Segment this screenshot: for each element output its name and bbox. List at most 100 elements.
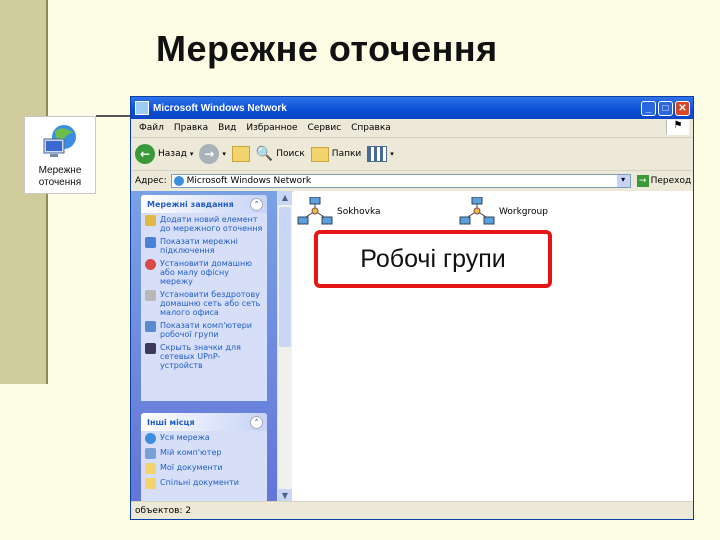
sidebar-scrollbar[interactable]: ▲ ▼ (277, 191, 292, 503)
address-value: Microsoft Windows Network (186, 176, 312, 186)
menu-help[interactable]: Справка (351, 123, 391, 133)
home-network-icon (145, 259, 156, 270)
menu-file[interactable]: Файл (139, 123, 164, 133)
task-label: Показати комп'ютери робочої групи (160, 321, 252, 339)
upnp-icon (145, 343, 156, 354)
task-setup-home-network[interactable]: Установити домашню або малу офісну мереж… (141, 257, 267, 288)
folders-button[interactable]: Папки (310, 146, 362, 162)
collapse-chevron-icon[interactable]: ⌃ (250, 416, 263, 429)
views-icon (367, 146, 388, 162)
connections-icon (145, 237, 156, 248)
search-icon: 🔍 (255, 146, 274, 162)
forward-button[interactable]: → ▾ (199, 144, 226, 164)
place-entire-network[interactable]: Уся мережа (141, 431, 267, 446)
place-label: Мої документи (160, 463, 223, 472)
menu-view[interactable]: Вид (218, 123, 236, 133)
folder-icon (145, 463, 156, 474)
task-show-connections[interactable]: Показати мережні підключення (141, 235, 267, 257)
status-bar: объектов: 2 (131, 501, 693, 519)
menu-favorites[interactable]: Избранное (246, 123, 297, 133)
other-places-panel: Інші місця ⌃ Уся мережа Мій комп'ютер Мо… (141, 413, 267, 503)
go-label: Переход (650, 176, 692, 186)
windows-logo-icon: ⚑ (666, 120, 689, 135)
task-add-network-place[interactable]: Додати новий елемент до мережного оточен… (141, 213, 267, 235)
address-bar: Адрес: Microsoft Windows Network ▾ → Пер… (131, 171, 693, 192)
menu-bar: Файл Правка Вид Избранное Сервис Справка… (131, 119, 693, 138)
task-sidebar: Мережні завдання ⌃ Додати новий елемент … (131, 191, 277, 503)
window-title: Microsoft Windows Network (153, 102, 287, 114)
add-place-icon (145, 215, 156, 226)
place-my-documents[interactable]: Мої документи (141, 461, 267, 476)
explorer-window: Microsoft Windows Network _ □ ✕ Файл Пра… (130, 96, 694, 520)
network-tasks-header[interactable]: Мережні завдання ⌃ (141, 195, 267, 213)
desktop-icon-label-1: Мережне (38, 165, 82, 176)
callout-box: Робочі групи (314, 230, 552, 288)
back-arrow-icon: ← (135, 144, 155, 164)
workgroup-icon (145, 321, 156, 332)
window-icon (135, 101, 149, 115)
back-dropdown-icon: ▾ (189, 150, 194, 158)
task-hide-upnp[interactable]: Скрыть значки для сетевых UPnP-устройств (141, 341, 267, 372)
task-label: Скрыть значки для сетевых UPnP-устройств (160, 343, 241, 370)
address-label: Адрес: (135, 176, 167, 186)
scroll-thumb[interactable] (279, 207, 291, 347)
go-arrow-icon: → (636, 175, 649, 187)
network-item-label: Sokhovka (337, 207, 381, 217)
search-button[interactable]: 🔍 Поиск (256, 146, 305, 162)
place-label: Мій комп'ютер (160, 448, 222, 457)
other-places-title: Інші місця (147, 417, 195, 427)
forward-dropdown-icon: ▾ (222, 150, 226, 158)
go-button[interactable]: → Переход (636, 175, 692, 187)
network-item-sokhovka[interactable]: Sokhovka (297, 197, 381, 227)
forward-arrow-icon: → (199, 144, 220, 164)
network-tasks-panel: Мережні завдання ⌃ Додати новий елемент … (141, 195, 267, 401)
maximize-button[interactable]: □ (658, 100, 673, 116)
scroll-up-icon[interactable]: ▲ (278, 191, 292, 205)
slide-title: Мережне оточення (156, 28, 498, 69)
workgroup-network-icon (297, 197, 333, 225)
place-label: Уся мережа (160, 433, 210, 442)
shared-folder-icon (145, 478, 156, 489)
network-places-icon (43, 125, 76, 157)
folders-icon (310, 146, 329, 162)
views-button[interactable]: ▾ (367, 146, 394, 162)
task-show-workgroup[interactable]: Показати комп'ютери робочої групи (141, 319, 267, 341)
up-folder-icon (231, 146, 250, 162)
network-item-workgroup[interactable]: Workgroup (459, 197, 548, 227)
network-tasks-title: Мережні завдання (147, 199, 234, 209)
minimize-button[interactable]: _ (641, 100, 656, 116)
status-text: объектов: 2 (135, 505, 192, 516)
address-dropdown-icon[interactable]: ▾ (616, 175, 630, 187)
views-dropdown-icon: ▾ (390, 150, 394, 158)
globe-icon (145, 433, 156, 444)
address-input[interactable]: Microsoft Windows Network ▾ (170, 174, 631, 188)
place-label: Спільні документи (160, 478, 239, 487)
toolbar: ← Назад ▾ → ▾ 🔍 Поиск Папки ▾ (131, 138, 693, 171)
task-label: Установити домашню або малу офісну мереж… (160, 259, 252, 286)
back-label: Назад (158, 149, 187, 159)
search-label: Поиск (276, 149, 305, 159)
place-my-computer[interactable]: Мій комп'ютер (141, 446, 267, 461)
collapse-chevron-icon[interactable]: ⌃ (250, 198, 263, 211)
desktop-network-icon[interactable]: Мережне оточення (24, 116, 96, 194)
slide-divider (96, 115, 132, 117)
place-shared-documents[interactable]: Спільні документи (141, 476, 267, 491)
folders-label: Папки (331, 149, 362, 159)
window-titlebar[interactable]: Microsoft Windows Network _ □ ✕ (131, 97, 693, 119)
task-label: Показати мережні підключення (160, 237, 238, 255)
computer-icon (145, 448, 156, 459)
close-button[interactable]: ✕ (675, 100, 690, 116)
wireless-icon (145, 290, 156, 301)
desktop-icon-label-2: оточення (38, 177, 82, 188)
network-item-label: Workgroup (499, 207, 548, 217)
up-button[interactable] (231, 146, 250, 162)
task-setup-wireless[interactable]: Установити бездротову домашню сеть або с… (141, 288, 267, 319)
task-label: Додати новий елемент до мережного оточен… (160, 215, 263, 233)
menu-tools[interactable]: Сервис (308, 123, 342, 133)
back-button[interactable]: ← Назад ▾ (135, 144, 193, 164)
menu-edit[interactable]: Правка (174, 123, 208, 133)
other-places-header[interactable]: Інші місця ⌃ (141, 413, 267, 431)
workgroup-network-icon (459, 197, 495, 225)
task-label: Установити бездротову домашню сеть або с… (160, 290, 261, 317)
address-globe-icon (173, 176, 184, 186)
